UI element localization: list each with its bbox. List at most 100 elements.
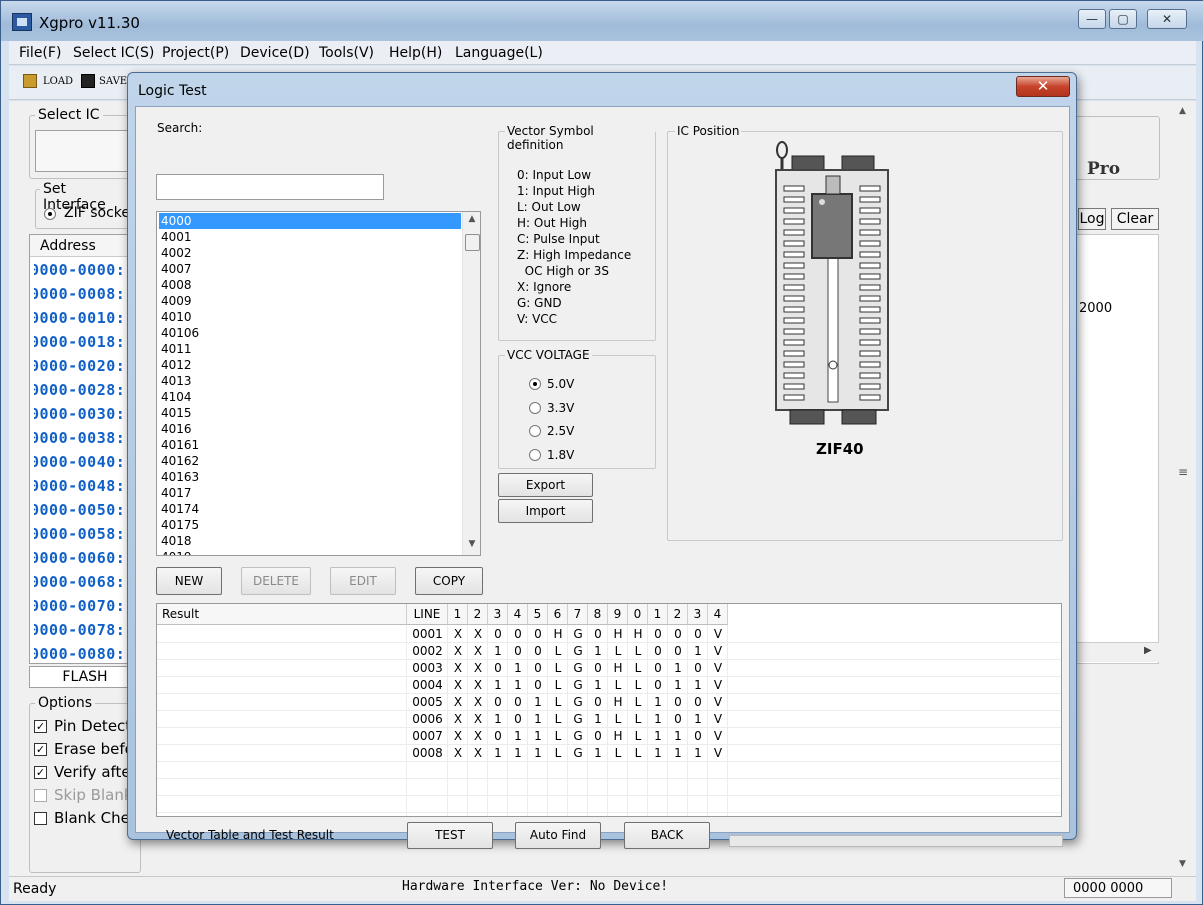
edit-button[interactable]: EDIT	[330, 567, 396, 595]
ic-list-item[interactable]: 4001	[159, 229, 461, 245]
table-header[interactable]: 4	[708, 604, 728, 625]
menu-help[interactable]: Help(H)	[389, 45, 442, 61]
table-header[interactable]: 3	[488, 604, 508, 625]
load-button[interactable]: LOAD	[43, 76, 73, 87]
menu-select-ic[interactable]: Select IC(S)	[73, 45, 154, 61]
table-cell: 1	[514, 678, 522, 692]
table-header[interactable]: 7	[568, 604, 588, 625]
option-checkbox[interactable]	[34, 812, 47, 825]
menu-language[interactable]: Language(L)	[455, 45, 543, 61]
ic-list-item[interactable]: 4013	[159, 373, 461, 389]
table-header[interactable]: 2	[668, 604, 688, 625]
ic-list-scroll-thumb[interactable]	[465, 234, 480, 251]
minimize-button[interactable]: —	[1078, 9, 1106, 29]
option-checkbox[interactable]	[34, 789, 47, 802]
vcc-radio[interactable]	[529, 448, 541, 461]
vcc-radio[interactable]	[529, 425, 541, 437]
ic-list[interactable]: 4000 4001 4002 4007 4008 4009 4010 40106 4011 401…	[156, 211, 481, 556]
auto-find-button[interactable]: Auto Find	[515, 822, 601, 849]
ic-list-item[interactable]: 4104	[159, 389, 461, 405]
option-checkbox[interactable]: ✓	[34, 743, 47, 756]
maximize-button[interactable]: ▢	[1109, 9, 1137, 29]
table-cell: V	[713, 678, 723, 692]
ic-list-item[interactable]: 40161	[159, 437, 461, 453]
menu-device[interactable]: Device(D)	[240, 45, 310, 61]
ic-list-item[interactable]: 40175	[159, 517, 461, 533]
scroll-up-icon[interactable]: ▲	[463, 214, 480, 224]
clear-button[interactable]: Clear	[1111, 208, 1159, 230]
table-header[interactable]: LINE	[407, 604, 448, 625]
table-cell: 1	[694, 746, 702, 760]
table-cell: L	[634, 712, 642, 726]
scroll-grip-icon[interactable]: ≡	[1178, 465, 1188, 479]
option-checkbox[interactable]: ✓	[34, 766, 47, 779]
table-cell: X	[453, 695, 463, 709]
table-header[interactable]: 6	[548, 604, 568, 625]
menu-project[interactable]: Project(P)	[162, 45, 229, 61]
socket-pin	[783, 240, 805, 247]
scroll-down-icon[interactable]: ▼	[1179, 859, 1186, 869]
ic-list-item[interactable]: 4017	[159, 485, 461, 501]
dialog-close-button[interactable]: ✕	[1016, 76, 1070, 97]
table-header[interactable]: 8	[588, 604, 608, 625]
ic-list-item[interactable]: 4002	[159, 245, 461, 261]
ic-list-item[interactable]: 4010	[159, 309, 461, 325]
socket-pin	[859, 328, 881, 335]
ic-list-item[interactable]: 4018	[159, 533, 461, 549]
delete-button[interactable]: DELETE	[241, 567, 311, 595]
ic-list-item[interactable]: 40163	[159, 469, 461, 485]
ic-list-item[interactable]: 40162	[159, 453, 461, 469]
export-button[interactable]: Export	[498, 473, 593, 497]
scroll-right-icon[interactable]: ▶	[1144, 645, 1152, 656]
table-cell: 1	[494, 678, 502, 692]
save-button[interactable]: SAVE	[99, 76, 127, 87]
table-header[interactable]: 1	[448, 604, 468, 625]
table-cell: L	[634, 729, 642, 743]
table-header[interactable]: 4	[508, 604, 528, 625]
test-button[interactable]: TEST	[407, 822, 493, 849]
scroll-up-icon[interactable]: ▲	[1179, 106, 1186, 116]
table-cell: 0	[534, 644, 542, 658]
vcc-radio[interactable]	[529, 401, 541, 414]
table-cell: 0	[674, 712, 682, 726]
ic-list-item[interactable]: 4015	[159, 405, 461, 421]
ic-list-item[interactable]: 4000	[159, 213, 461, 229]
new-button[interactable]: NEW	[156, 567, 222, 595]
back-button[interactable]: BACK	[624, 822, 710, 849]
ic-list-item[interactable]: 4007	[159, 261, 461, 277]
table-header[interactable]: 5	[528, 604, 548, 625]
ic-list-item[interactable]: 4008	[159, 277, 461, 293]
import-button[interactable]: Import	[498, 499, 593, 523]
table-header[interactable]: 9	[608, 604, 628, 625]
option-checkbox[interactable]: ✓	[34, 720, 47, 733]
ic-list-item[interactable]: 4011	[159, 341, 461, 357]
scroll-down-icon[interactable]: ▼	[463, 539, 480, 549]
table-header[interactable]: 3	[688, 604, 708, 625]
log-button[interactable]: Log	[1078, 208, 1106, 230]
ic-list-item[interactable]: 4009	[159, 293, 461, 309]
vector-symbol-line: V: VCC	[517, 312, 558, 326]
table-header[interactable]: 1	[648, 604, 668, 625]
ic-name-box[interactable]	[35, 130, 135, 172]
main-vscrollbar[interactable]: ▲ ≡ ▼	[1172, 101, 1196, 876]
table-header[interactable]: Result	[157, 604, 407, 625]
copy-button[interactable]: COPY	[415, 567, 483, 595]
vcc-radio[interactable]	[529, 378, 541, 390]
table-header[interactable]: 0	[628, 604, 648, 625]
vcc-option-label: 3.3V	[547, 400, 575, 415]
menu-file[interactable]: File(F)	[19, 45, 61, 61]
ic-list-item[interactable]: 4019	[159, 549, 461, 555]
ic-list-item[interactable]: 4016	[159, 421, 461, 437]
search-input[interactable]	[156, 174, 384, 200]
ic-list-item[interactable]: 40106	[159, 325, 461, 341]
ic-list-item[interactable]: 40174	[159, 501, 461, 517]
ic-list-scrollbar[interactable]: ▲ ▼	[462, 212, 480, 555]
table-header[interactable]: 2	[468, 604, 488, 625]
close-button[interactable]: ✕	[1147, 9, 1187, 29]
vector-symbol-line: Z: High Impedance	[517, 248, 632, 262]
ic-list-item[interactable]: 4012	[159, 357, 461, 373]
menu-tools[interactable]: Tools(V)	[319, 45, 374, 61]
zif-socket-radio[interactable]	[44, 208, 56, 220]
tab-flash[interactable]: FLASH	[29, 666, 141, 688]
vector-table[interactable]: Result LINE 1 2 3 4 5 6 7 8 9 0 1 2 3 4 0001 X X 0 0 0 H G 0 H H 0 0…	[156, 603, 1062, 817]
